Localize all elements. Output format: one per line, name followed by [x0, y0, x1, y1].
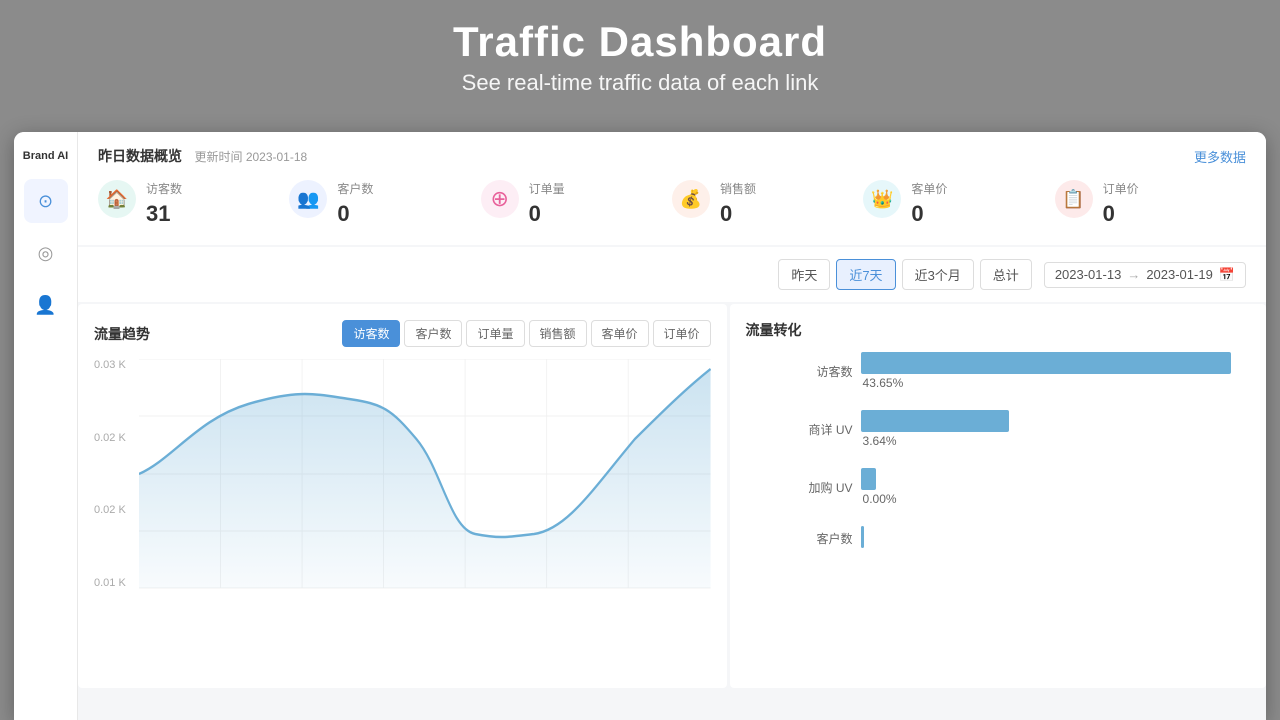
y-label-3: 0.02 K [94, 432, 139, 444]
stats-row: 🏠 访客数 31 👥 客户数 0 ⊕ [98, 180, 1246, 227]
line-chart-area: 0.03 K 0.02 K 0.02 K 0.01 K [94, 359, 711, 609]
bar-container-detail-uv: 3.64% [861, 410, 1250, 448]
customers-icon: 👥 [289, 180, 327, 218]
date-range-picker[interactable]: 2023-01-13 → 2023-01-19 📅 [1044, 262, 1246, 288]
svg-chart-container [139, 359, 711, 589]
stat-label-orders: 订单量 [529, 180, 672, 197]
filter-7days[interactable]: 近7天 [836, 259, 895, 290]
bar-fill-cart-uv [861, 468, 877, 490]
stat-value-avg: 0 [911, 201, 1054, 227]
stat-customers: 👥 客户数 0 [289, 180, 480, 227]
conversion-chart-header: 流量转化 [746, 320, 1250, 340]
update-time: 更新时间 2023-01-18 [194, 150, 307, 164]
stat-value-customers: 0 [337, 201, 480, 227]
page-title: Traffic Dashboard [0, 18, 1280, 66]
visitors-icon: 🏠 [98, 180, 136, 218]
bar-container-cart-uv: 0.00% [861, 468, 1250, 506]
stat-visitors: 🏠 访客数 31 [98, 180, 289, 227]
y-label-1: 0.01 K [94, 577, 139, 589]
stat-value-order-price: 0 [1103, 201, 1246, 227]
date-arrow-icon: → [1127, 267, 1140, 282]
bar-chart-area: 访客数 43.65% 商详 UV 3.64% [746, 352, 1250, 672]
filter-bar: 昨天 近7天 近3个月 总计 2023-01-13 → 2023-01-19 📅 [78, 247, 1266, 302]
sidebar-item-analytics[interactable]: ◎ [24, 231, 68, 275]
bar-fill-visitors [861, 352, 1231, 374]
charts-row: 流量趋势 访客数 客户数 订单量 销售额 客单价 订单价 0.03 K 0.02… [78, 304, 1266, 688]
overview-section: 昨日数据概览 更新时间 2023-01-18 更多数据 🏠 访客数 31 [78, 132, 1266, 245]
filter-3months[interactable]: 近3个月 [902, 259, 974, 290]
sales-icon: 💰 [672, 180, 710, 218]
tab-order-price[interactable]: 订单价 [653, 320, 711, 347]
sidebar-item-dashboard[interactable]: ⊙ [24, 179, 68, 223]
section-title: 昨日数据概览 [98, 148, 182, 164]
stat-value-sales: 0 [720, 201, 863, 227]
users-icon: 👤 [34, 295, 56, 316]
bar-row-cart-uv: 加购 UV 0.00% [806, 468, 1250, 506]
trend-chart-card: 流量趋势 访客数 客户数 订单量 销售额 客单价 订单价 0.03 K 0.02… [78, 304, 727, 688]
date-start: 2023-01-13 [1055, 267, 1122, 282]
sidebar: Brand AI ⊙ ◎ 👤 [14, 132, 78, 720]
avg-order-icon: 👑 [863, 180, 901, 218]
analytics-icon: ◎ [38, 243, 54, 264]
bar-label-visitors: 访客数 [806, 363, 861, 380]
sidebar-item-users[interactable]: 👤 [24, 283, 68, 327]
stat-orders: ⊕ 订单量 0 [481, 180, 672, 227]
calendar-icon: 📅 [1219, 267, 1235, 283]
bar-row-visitors: 访客数 43.65% [806, 352, 1250, 390]
filter-yesterday[interactable]: 昨天 [778, 259, 830, 290]
page-subtitle: See real-time traffic data of each link [0, 70, 1280, 96]
dashboard-icon: ⊙ [38, 191, 53, 212]
stat-label-customers: 客户数 [337, 180, 480, 197]
bar-label-customers-bar: 客户数 [806, 530, 861, 547]
stat-value-orders: 0 [529, 201, 672, 227]
tab-visitors[interactable]: 访客数 [342, 320, 400, 347]
stat-order-price: 📋 订单价 0 [1055, 180, 1246, 227]
section-header: 昨日数据概览 更新时间 2023-01-18 更多数据 [98, 146, 1246, 166]
stat-label-order-price: 订单价 [1103, 180, 1246, 197]
bar-container-customers [861, 526, 1250, 550]
tab-unit-price[interactable]: 客单价 [591, 320, 649, 347]
y-label-2: 0.02 K [94, 504, 139, 516]
trend-chart-header: 流量趋势 访客数 客户数 订单量 销售额 客单价 订单价 [94, 320, 711, 347]
brand-logo: Brand AI [19, 142, 72, 171]
order-price-icon: 📋 [1055, 180, 1093, 218]
trend-chart-title: 流量趋势 [94, 324, 150, 344]
bar-label-cart-uv: 加购 UV [806, 479, 861, 496]
stat-value-visitors: 31 [146, 201, 289, 227]
page-header: Traffic Dashboard See real-time traffic … [0, 0, 1280, 108]
tab-customers[interactable]: 客户数 [404, 320, 462, 347]
stat-avg-order: 👑 客单价 0 [863, 180, 1054, 227]
bar-row-detail-uv: 商详 UV 3.64% [806, 410, 1250, 448]
bar-fill-customers [861, 526, 865, 548]
bar-percent-detail-uv: 3.64% [863, 434, 1250, 448]
stat-label-sales: 销售额 [720, 180, 863, 197]
bar-fill-detail-uv [861, 410, 1009, 432]
more-data-link[interactable]: 更多数据 [1194, 147, 1246, 166]
app-window: Brand AI ⊙ ◎ 👤 昨日数据概览 更新时间 2023-01-18 更多… [14, 132, 1266, 720]
orders-icon: ⊕ [481, 180, 519, 218]
filter-total[interactable]: 总计 [980, 259, 1032, 290]
bar-percent-visitors: 43.65% [863, 376, 1250, 390]
trend-chart-tabs: 访客数 客户数 订单量 销售额 客单价 订单价 [342, 320, 710, 347]
tab-sales[interactable]: 销售额 [529, 320, 587, 347]
y-label-4: 0.03 K [94, 359, 139, 371]
main-content: 昨日数据概览 更新时间 2023-01-18 更多数据 🏠 访客数 31 [78, 132, 1266, 720]
tab-orders[interactable]: 订单量 [466, 320, 524, 347]
line-chart-svg [139, 359, 711, 589]
stat-sales: 💰 销售额 0 [672, 180, 863, 227]
bar-row-customers: 客户数 [806, 526, 1250, 550]
stat-label-avg: 客单价 [911, 180, 1054, 197]
bar-label-detail-uv: 商详 UV [806, 421, 861, 438]
stat-label-visitors: 访客数 [146, 180, 289, 197]
bar-container-visitors: 43.65% [861, 352, 1250, 390]
section-title-area: 昨日数据概览 更新时间 2023-01-18 [98, 146, 307, 166]
y-axis-labels: 0.03 K 0.02 K 0.02 K 0.01 K [94, 359, 139, 589]
conversion-chart-card: 流量转化 访客数 43.65% [730, 304, 1266, 688]
conversion-chart-title: 流量转化 [746, 320, 802, 340]
area-fill [139, 369, 711, 588]
bar-percent-cart-uv: 0.00% [863, 492, 1250, 506]
date-end: 2023-01-19 [1146, 267, 1213, 282]
